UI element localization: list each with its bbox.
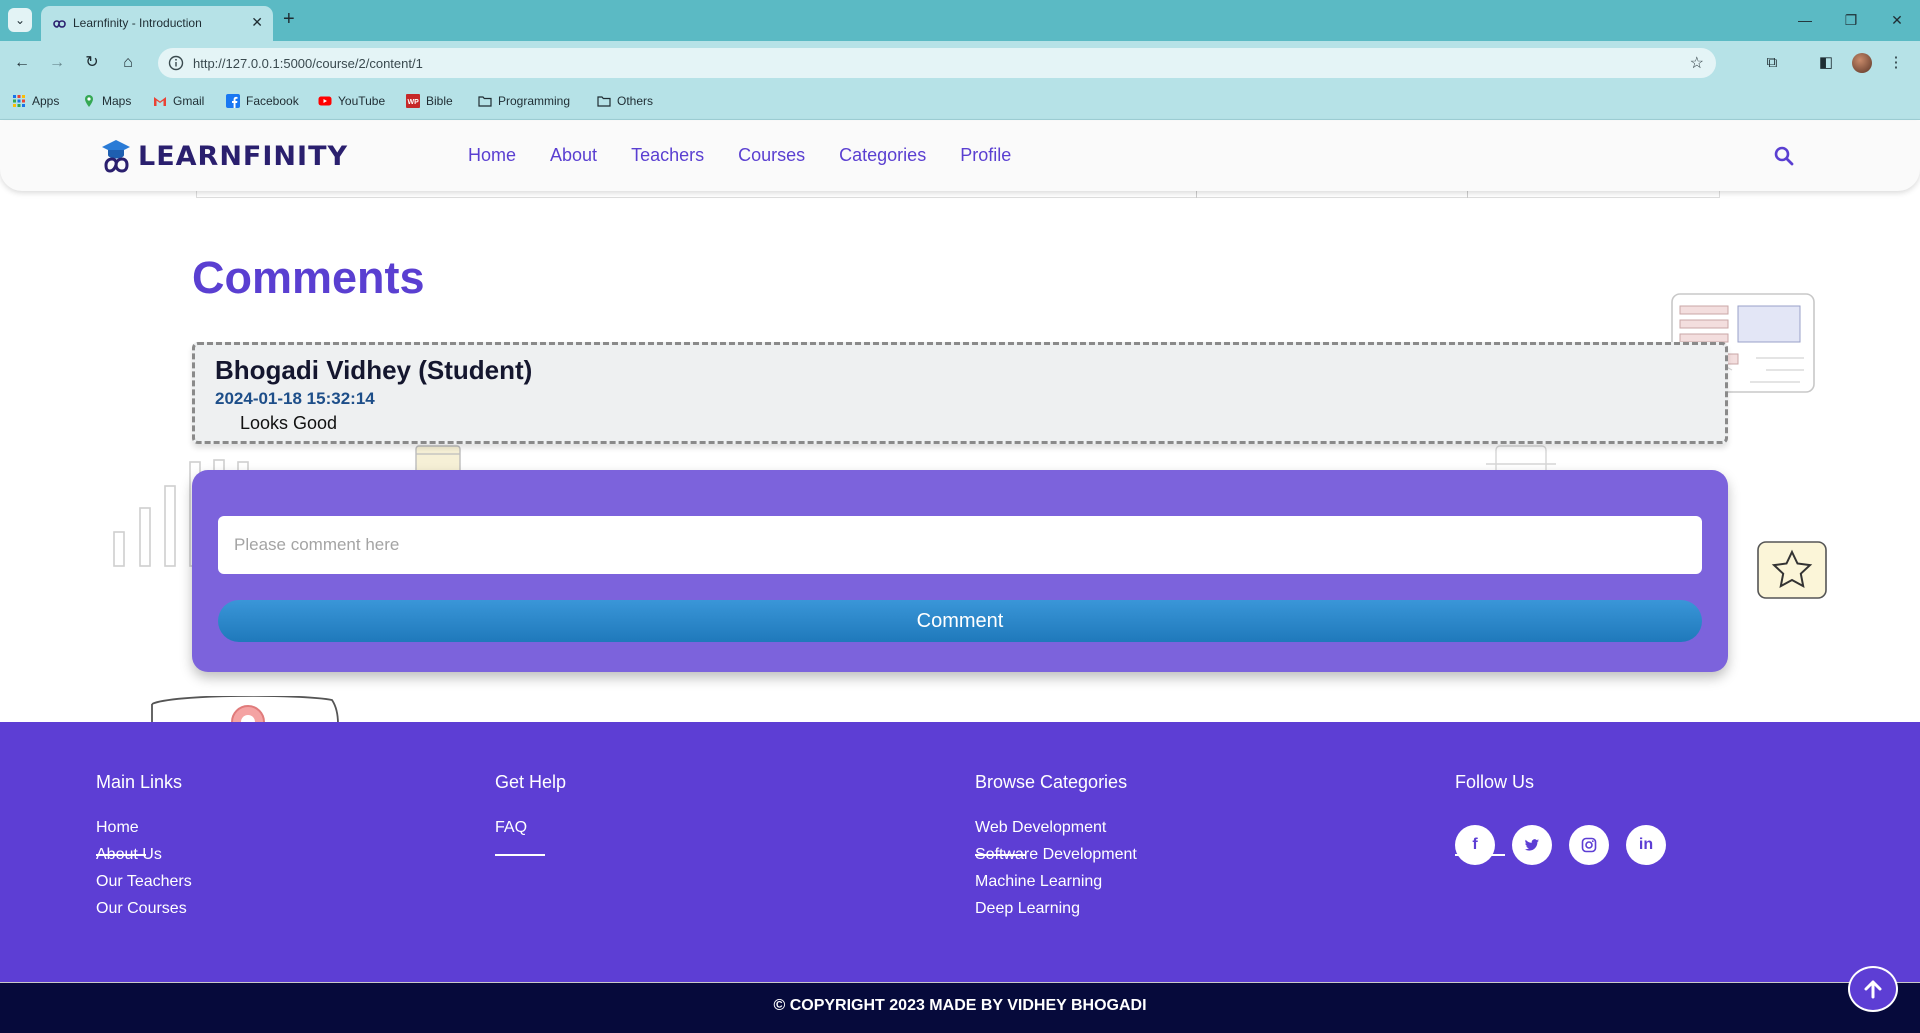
folder-icon [478,96,492,107]
svg-text:WP: WP [408,99,420,106]
bookmarks-bar: Apps Maps Gmail Facebook YouTube WP Bibl… [0,85,1920,120]
scroll-to-top-button[interactable] [1848,966,1898,1012]
nav-teachers[interactable]: Teachers [631,145,704,166]
comment-form: Comment [192,470,1728,672]
comment-submit-button[interactable]: Comment [218,600,1702,642]
gear-scroll-illustration-icon [151,696,339,724]
footer-heading: Follow Us [1455,772,1535,792]
apps-grid-icon [13,95,25,107]
minimize-icon[interactable]: — [1782,0,1828,41]
footer-main-links: Main Links Home About Us Our Teachers Ou… [96,772,192,927]
site-info-icon[interactable] [168,55,184,71]
address-bar[interactable]: http://127.0.0.1:5000/course/2/content/1… [158,48,1716,78]
tab-title: Learnfinity - Introduction [73,16,202,30]
footer-link-courses[interactable]: Our Courses [96,900,192,918]
browser-menu-icon[interactable]: ⋮ [1884,51,1908,75]
search-icon[interactable] [1773,145,1795,167]
browser-tab-bar: ⌄ Learnfinity - Introduction ✕ + — ❐ ✕ [0,0,1920,41]
bible-icon: WP [406,94,420,108]
site-header: LEARNFINITY Home About Teachers Courses … [0,121,1920,191]
main-nav: Home About Teachers Courses Categories P… [468,145,1011,166]
youtube-icon [318,96,332,106]
arrow-up-icon [1864,980,1882,999]
comment-input[interactable] [218,516,1702,574]
bookmark-folder-others[interactable]: Others [597,94,653,108]
bookmark-bible[interactable]: WP Bible [406,94,453,108]
profile-avatar[interactable] [1852,53,1872,73]
tab-search-button[interactable]: ⌄ [8,8,32,32]
new-tab-icon[interactable]: + [283,9,295,29]
nav-home[interactable]: Home [468,145,516,166]
window-controls: — ❐ ✕ [1782,0,1920,41]
facebook-bookmark-icon [226,94,240,108]
close-tab-icon[interactable]: ✕ [251,14,263,31]
logo-graduation-cap-icon [102,140,130,173]
nav-profile[interactable]: Profile [960,145,1011,166]
bookmark-facebook[interactable]: Facebook [226,94,299,108]
bookmark-youtube[interactable]: YouTube [318,94,385,108]
instagram-icon[interactable] [1569,825,1609,865]
bookmark-maps[interactable]: Maps [82,94,131,108]
facebook-icon[interactable]: f [1455,825,1495,865]
twitter-icon[interactable] [1512,825,1552,865]
browser-tab[interactable]: Learnfinity - Introduction ✕ [41,6,273,41]
copyright-bar: © COPYRIGHT 2023 MADE BY VIDHEY BHOGADI [0,982,1920,1033]
footer-browse-categories: Browse Categories Web Development Softwa… [975,772,1137,927]
maps-pin-icon [85,95,93,107]
footer-get-help: Get Help FAQ [495,772,567,856]
bookmark-apps[interactable]: Apps [12,94,59,108]
folder-icon [597,96,611,107]
bookmark-star-icon[interactable]: ☆ [1690,53,1704,73]
close-window-icon[interactable]: ✕ [1874,0,1920,41]
gmail-icon [154,97,166,106]
forward-icon[interactable]: → [45,51,69,75]
nav-about[interactable]: About [550,145,597,166]
footer-link-teachers[interactable]: Our Teachers [96,873,192,891]
linkedin-icon[interactable]: in [1626,825,1666,865]
back-icon[interactable]: ← [10,51,34,75]
footer-link-deep-learning[interactable]: Deep Learning [975,900,1137,918]
reload-icon[interactable]: ↻ [80,51,104,75]
side-panel-icon[interactable]: ◧ [1814,51,1838,75]
site-logo[interactable]: LEARNFINITY [100,133,348,179]
extensions-icon[interactable]: ⧉ [1760,51,1784,75]
home-icon[interactable]: ⌂ [116,51,140,75]
footer-heading: Browse Categories [975,772,1128,792]
nav-categories[interactable]: Categories [839,145,926,166]
site-footer: Main Links Home About Us Our Teachers Ou… [0,722,1920,982]
browser-toolbar: ← → ↻ ⌂ http://127.0.0.1:5000/course/2/c… [0,41,1920,85]
footer-link-web-development[interactable]: Web Development [975,819,1137,837]
logo-wordmark: LEARNFINITY [138,140,349,172]
footer-link-home[interactable]: Home [96,819,192,837]
nav-courses[interactable]: Courses [738,145,805,166]
bookmark-gmail[interactable]: Gmail [153,94,204,108]
footer-link-faq[interactable]: FAQ [495,819,566,837]
bookmark-folder-programming[interactable]: Programming [478,94,570,108]
url-text: http://127.0.0.1:5000/course/2/content/1 [193,56,423,71]
copyright-text: © COPYRIGHT 2023 MADE BY VIDHEY BHOGADI [773,997,1147,1014]
star-badge-illustration-icon [1757,541,1827,599]
comment-body: Looks Good [240,413,338,433]
footer-heading: Main Links [96,772,183,792]
comments-heading: Comments [192,252,425,303]
comment-author: Bhogadi Vidhey (Student) [215,355,533,385]
footer-link-machine-learning[interactable]: Machine Learning [975,873,1137,891]
restore-icon[interactable]: ❐ [1828,0,1874,41]
comment-card: Bhogadi Vidhey (Student) 2024-01-18 15:3… [192,342,1728,444]
footer-follow-us: Follow Us f in [1455,772,1666,865]
learnfinity-favicon-icon [53,20,66,28]
footer-heading: Get Help [495,772,567,792]
comment-timestamp: 2024-01-18 15:32:14 [215,389,375,408]
